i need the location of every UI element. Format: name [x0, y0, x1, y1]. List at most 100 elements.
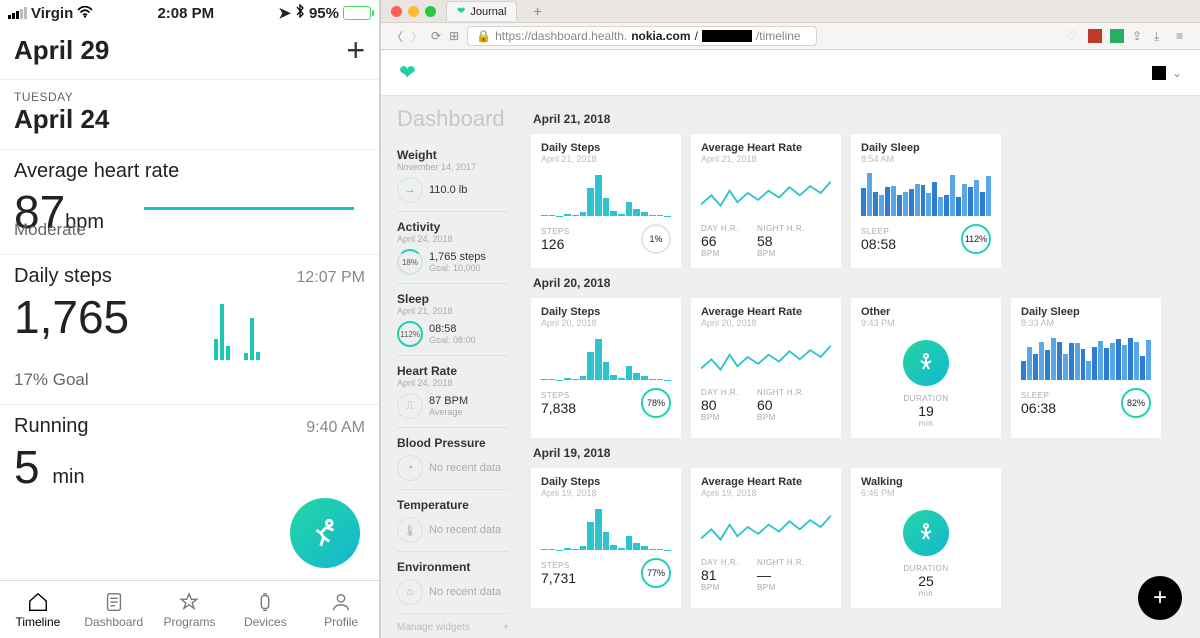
widget-heart-rate[interactable]: Heart Rate April 24, 2018 ⎍87 BPMAverage: [397, 356, 509, 428]
wifi-icon: [77, 5, 93, 22]
back-button[interactable]: 〈: [391, 28, 403, 45]
run-value: 5: [14, 441, 40, 493]
widget-title: Activity: [397, 220, 509, 234]
ext-icon[interactable]: [1088, 29, 1102, 43]
activity-icon: [903, 340, 949, 386]
card-date: April 20, 2018: [541, 318, 671, 328]
widget-activity[interactable]: Activity April 24, 2018 18%1,765 stepsGo…: [397, 212, 509, 284]
widget-value: 1,765 steps: [429, 251, 486, 263]
label: STEPS: [541, 391, 576, 400]
battery-icon: [343, 6, 371, 20]
close-icon[interactable]: [391, 6, 402, 17]
steps-sub: 17% Goal: [14, 370, 365, 390]
mobile-app: Virgin 2:08 PM ➤ 95% April 29 + TUESDAY: [0, 0, 381, 638]
window-controls[interactable]: [391, 6, 436, 17]
tab-devices[interactable]: Devices: [227, 581, 303, 638]
card-hr[interactable]: Average Heart RateApril 19, 2018DAY H.R.…: [691, 468, 841, 608]
widget-title: Sleep: [397, 292, 509, 306]
card-steps[interactable]: Daily StepsApril 20, 2018STEPS7,83878%: [531, 298, 681, 438]
tab-label: Devices: [244, 615, 287, 629]
reload-button[interactable]: ⟳: [431, 29, 441, 43]
carrier-label: Virgin: [31, 5, 73, 22]
label: SLEEP: [861, 227, 896, 236]
tab-profile[interactable]: Profile: [303, 581, 379, 638]
label: SLEEP: [1021, 391, 1056, 400]
ext-icon[interactable]: [1110, 29, 1124, 43]
card-title: Daily Steps: [541, 142, 671, 154]
label: STEPS: [541, 561, 576, 570]
card-date: April 19, 2018: [701, 488, 831, 498]
card-date: April 21, 2018: [701, 154, 831, 164]
add-fab[interactable]: +: [1138, 576, 1182, 620]
widget-value: 110.0 lb: [429, 184, 467, 196]
user-menu[interactable]: ⌄: [1152, 66, 1182, 80]
widget-environment[interactable]: Environment ⌂No recent data: [397, 552, 509, 614]
widget-blood-pressure[interactable]: Blood Pressure ◔No recent data: [397, 428, 509, 490]
status-bar: Virgin 2:08 PM ➤ 95%: [0, 0, 379, 26]
duration-value: 19: [903, 403, 948, 419]
steps-chart: [541, 170, 671, 216]
lock-icon: 🔒: [476, 29, 491, 43]
heart-rate-card[interactable]: Average heart rate 87bpm Moderate: [0, 149, 379, 254]
tab-dashboard[interactable]: Dashboard: [76, 581, 152, 638]
card-sleep[interactable]: Daily Sleep8:54 AMSLEEP08:58112%: [851, 134, 1001, 268]
new-tab-button[interactable]: +: [527, 3, 547, 19]
manage-widgets[interactable]: Manage widgets+: [397, 614, 509, 633]
address-bar[interactable]: 🔒 https://dashboard.health.nokia.com//ti…: [467, 26, 817, 46]
arrow-icon: →: [397, 177, 423, 203]
steps-card[interactable]: Daily steps 12:07 PM 1,765 17% Goal: [0, 254, 379, 404]
day-header: April 19, 2018: [533, 446, 1186, 460]
progress-ring: 77%: [641, 558, 671, 588]
steps-value: 7,838: [541, 400, 576, 416]
card-date: April 20, 2018: [701, 318, 831, 328]
ext-icon[interactable]: ⤓: [1154, 29, 1168, 43]
maximize-icon[interactable]: [425, 6, 436, 17]
ext-icon[interactable]: ⇪: [1132, 29, 1146, 43]
heart-logo-icon[interactable]: ❤: [399, 60, 416, 85]
card-date: 8:54 AM: [861, 154, 991, 164]
day-header: TUESDAY April 24: [0, 79, 379, 149]
widget-temperature[interactable]: Temperature 🌡No recent data: [397, 490, 509, 552]
card-steps[interactable]: Daily StepsApril 19, 2018STEPS7,73177%: [531, 468, 681, 608]
card-sleep[interactable]: Daily Sleep8:33 AMSLEEP06:3882%: [1011, 298, 1161, 438]
card-row: Daily StepsApril 21, 2018STEPS1261%Avera…: [531, 134, 1186, 268]
running-card[interactable]: Running 9:40 AM 5 min: [0, 404, 379, 504]
widget-value: 87 BPM: [429, 395, 468, 407]
tab-timeline[interactable]: Timeline: [0, 581, 76, 638]
card-activity[interactable]: Walking6:46 PMDURATION25min: [851, 468, 1001, 608]
menu-icon[interactable]: ≡: [1176, 29, 1190, 43]
progress-ring: 78%: [641, 388, 671, 418]
label: NIGHT H.R.: [757, 558, 805, 567]
tab-programs[interactable]: Programs: [152, 581, 228, 638]
label: NIGHT H.R.: [757, 388, 805, 397]
card-steps[interactable]: Daily StepsApril 21, 2018STEPS1261%: [531, 134, 681, 268]
steps-chart: [541, 334, 671, 380]
apps-icon[interactable]: ⊞: [449, 29, 459, 43]
duration-value: 25: [903, 573, 948, 589]
add-icon[interactable]: +: [346, 32, 365, 69]
label: DURATION: [903, 394, 948, 403]
steps-value: 7,731: [541, 570, 576, 586]
tab-title: Journal: [470, 6, 506, 18]
browser-tab[interactable]: ❤Journal: [446, 1, 517, 21]
card-activity[interactable]: Other9:43 PMDURATION19min: [851, 298, 1001, 438]
run-fab[interactable]: [290, 498, 360, 568]
forward-button[interactable]: 〉: [411, 28, 423, 45]
card-hr[interactable]: Average Heart RateApril 20, 2018DAY H.R.…: [691, 298, 841, 438]
progress-ring: 18%: [397, 249, 423, 275]
progress-ring: 1%: [641, 224, 671, 254]
location-icon: ➤: [278, 4, 291, 22]
card-date: April 19, 2018: [541, 488, 671, 498]
widget-value: 08:58: [429, 323, 476, 335]
widget-weight[interactable]: Weight November 14, 2017 →110.0 lb: [397, 140, 509, 212]
bluetooth-icon: [295, 4, 305, 22]
heart-icon[interactable]: ♡: [1066, 29, 1080, 43]
browser-window: ❤Journal + 〈 〉 ⟳ ⊞ 🔒 https://dashboard.h…: [381, 0, 1200, 638]
steps-time: 12:07 PM: [297, 269, 365, 287]
widget-sleep[interactable]: Sleep April 21, 2018 112%08:58Goal: 08:0…: [397, 284, 509, 356]
card-hr[interactable]: Average Heart RateApril 21, 2018DAY H.R.…: [691, 134, 841, 268]
url-suffix: /timeline: [756, 29, 801, 43]
card-date: 8:33 AM: [1021, 318, 1151, 328]
organize-heatmap[interactable]: Organize your heatmap▦: [397, 633, 509, 638]
minimize-icon[interactable]: [408, 6, 419, 17]
